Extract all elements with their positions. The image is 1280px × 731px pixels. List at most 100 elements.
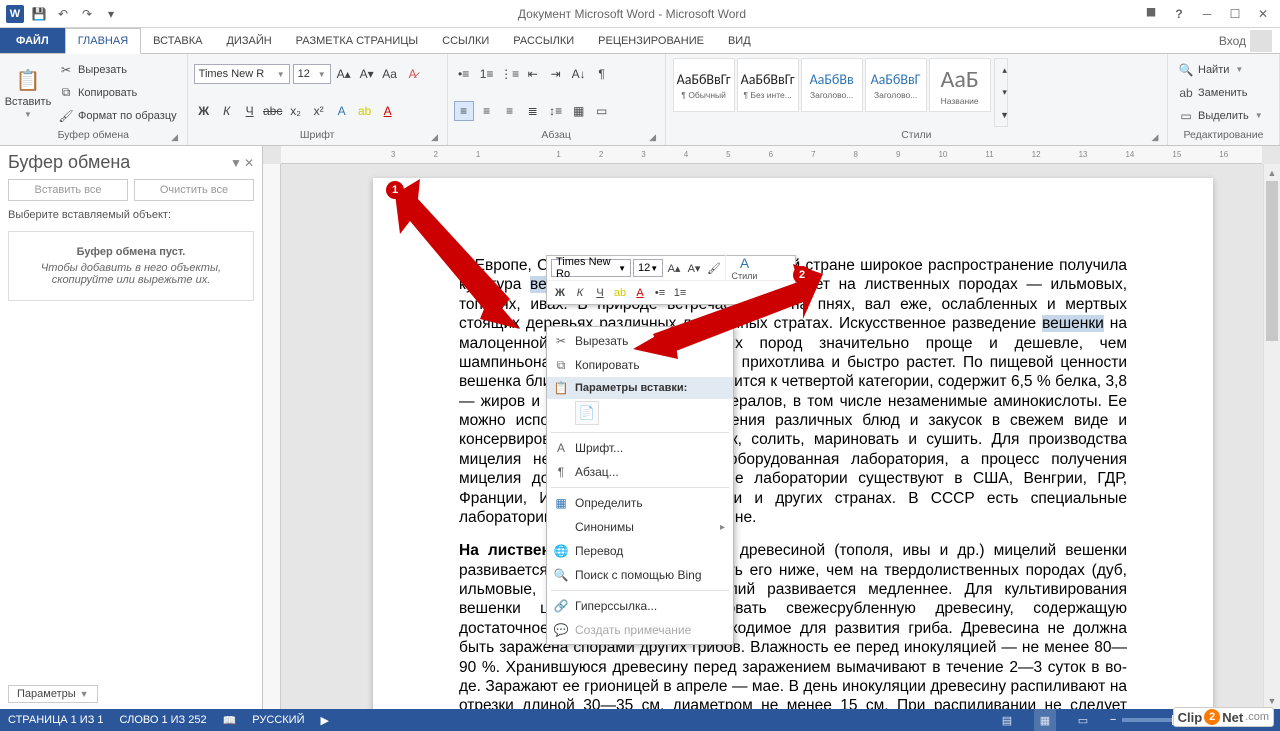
style-heading2[interactable]: АаБбВвГЗаголово... [865,58,927,112]
maximize-icon[interactable]: ☐ [1222,4,1248,24]
ctx-synonyms[interactable]: Синонимы▸ [547,515,733,539]
tab-home[interactable]: ГЛАВНАЯ [65,28,141,54]
mini-font-combo[interactable]: Times New Ro▼ [551,259,631,277]
paste-all-button[interactable]: Вставить все [8,179,128,201]
view-read-icon[interactable]: ▤ [996,709,1018,731]
sign-in-link[interactable]: Вход [1211,28,1280,53]
ctx-hyperlink[interactable]: 🔗Гиперссылка... [547,594,733,618]
vertical-ruler[interactable] [263,164,281,709]
status-language[interactable]: РУССКИЙ [252,714,304,726]
tab-references[interactable]: ССЫЛКИ [430,28,501,53]
strikethrough-icon[interactable]: abc [263,101,283,121]
style-normal[interactable]: АаБбВвГг¶ Обычный [673,58,735,112]
clear-all-button[interactable]: Очистить все [134,179,254,201]
vertical-scrollbar[interactable]: ▲ ▼ [1263,164,1280,709]
styles-up-icon[interactable]: ▴ [995,61,1015,79]
horizontal-ruler[interactable]: 3211234567891011121314151617 [281,146,1262,164]
save-icon[interactable]: 💾 [30,5,48,23]
ctx-bing[interactable]: 🔍Поиск с помощью Bing [547,563,733,587]
subscript-icon[interactable]: x₂ [286,101,306,121]
tab-view[interactable]: ВИД [716,28,763,53]
mini-bold-icon[interactable]: Ж [551,284,569,302]
paragraph-launcher-icon[interactable]: ◢ [647,131,659,143]
increase-indent-icon[interactable]: ⇥ [546,64,566,84]
ctx-comment[interactable]: 💬Создать примечание [547,618,733,642]
align-left-icon[interactable]: ≡ [454,101,474,121]
copy-button[interactable]: ⧉Копировать [54,83,181,103]
format-painter-button[interactable]: 🖌Формат по образцу [54,106,181,126]
styles-more-icon[interactable]: ▼ [995,106,1015,124]
tab-review[interactable]: РЕЦЕНЗИРОВАНИЕ [586,28,716,53]
superscript-icon[interactable]: x² [309,101,329,121]
help-icon[interactable]: ? [1166,4,1192,24]
tab-pagelayout[interactable]: РАЗМЕТКА СТРАНИЦЫ [284,28,430,53]
mini-highlight-icon[interactable]: ab [611,284,629,302]
ribbon-display-icon[interactable]: ⯀ [1138,4,1164,24]
tab-mailings[interactable]: РАССЫЛКИ [501,28,586,53]
paste-keep-source-icon[interactable]: 📄 [575,401,599,425]
tab-insert[interactable]: ВСТАВКА [141,28,214,53]
scroll-thumb[interactable] [1266,181,1278,341]
tab-file[interactable]: ФАЙЛ [0,28,65,53]
mini-underline-icon[interactable]: Ч [591,284,609,302]
font-launcher-icon[interactable]: ◢ [429,131,441,143]
word-app-icon[interactable]: W [6,5,24,23]
change-case-icon[interactable]: Aa [380,64,400,84]
cut-button[interactable]: ✂Вырезать [54,60,181,80]
font-name-combo[interactable]: Times New R▼ [194,64,290,84]
find-button[interactable]: 🔍Найти▼ [1174,60,1273,80]
underline-icon[interactable]: Ч [240,101,260,121]
italic-icon[interactable]: К [217,101,237,121]
clipboard-launcher-icon[interactable]: ◢ [169,131,181,143]
pane-options-button[interactable]: Параметры ▼ [8,685,98,703]
status-proofing-icon[interactable]: 📖 [223,714,237,727]
view-print-icon[interactable]: ▦ [1034,709,1056,731]
styles-down-icon[interactable]: ▾ [995,83,1015,101]
multilevel-icon[interactable]: ⋮≡ [500,64,520,84]
scroll-up-icon[interactable]: ▲ [1264,164,1280,181]
ctx-paragraph[interactable]: ¶Абзац... [547,460,733,484]
replace-button[interactable]: abЗаменить [1174,83,1273,103]
clear-formatting-icon[interactable]: A̷ [403,64,423,84]
bullets-icon[interactable]: •≡ [454,64,474,84]
shrink-font-icon[interactable]: A▾ [357,64,377,84]
style-nospacing[interactable]: АаБбВвГг¶ Без инте... [737,58,799,112]
line-spacing-icon[interactable]: ↕≡ [546,101,566,121]
pane-close-icon[interactable]: ✕ [244,156,254,170]
qat-customize-icon[interactable]: ▾ [102,5,120,23]
undo-icon[interactable]: ↶ [54,5,72,23]
paste-button[interactable]: 📋 Вставить ▼ [6,58,50,127]
decrease-indent-icon[interactable]: ⇤ [523,64,543,84]
font-size-combo[interactable]: 12▼ [293,64,331,84]
grow-font-icon[interactable]: A▴ [334,64,354,84]
numbering-icon[interactable]: 1≡ [477,64,497,84]
font-color-icon[interactable]: A [378,101,398,121]
ctx-translate[interactable]: 🌐Перевод [547,539,733,563]
tab-design[interactable]: ДИЗАЙН [214,28,283,53]
sort-icon[interactable]: A↓ [569,64,589,84]
status-page[interactable]: СТРАНИЦА 1 ИЗ 1 [8,714,104,726]
mini-italic-icon[interactable]: К [571,284,589,302]
select-button[interactable]: ▭Выделить▼ [1174,106,1273,126]
status-macro-icon[interactable]: ▶ [321,714,329,727]
ctx-define[interactable]: ▦Определить [547,491,733,515]
text-effects-icon[interactable]: A [332,101,352,121]
align-center-icon[interactable]: ≡ [477,101,497,121]
pane-options-icon[interactable]: ▼ [230,156,242,170]
style-heading1[interactable]: АаБбВвЗаголово... [801,58,863,112]
close-icon[interactable]: ✕ [1250,4,1276,24]
shading-icon[interactable]: ▦ [569,101,589,121]
justify-icon[interactable]: ≣ [523,101,543,121]
view-web-icon[interactable]: ▭ [1072,709,1094,731]
style-title[interactable]: АаБНазвание [929,58,991,112]
align-right-icon[interactable]: ≡ [500,101,520,121]
styles-launcher-icon[interactable]: ◢ [1149,131,1161,143]
redo-icon[interactable]: ↷ [78,5,96,23]
status-words[interactable]: СЛОВО 1 ИЗ 252 [120,714,207,726]
show-marks-icon[interactable]: ¶ [592,64,612,84]
minimize-icon[interactable]: ─ [1194,4,1220,24]
highlight-icon[interactable]: ab [355,101,375,121]
ctx-font[interactable]: AШрифт... [547,436,733,460]
bold-icon[interactable]: Ж [194,101,214,121]
borders-icon[interactable]: ▭ [592,101,612,121]
